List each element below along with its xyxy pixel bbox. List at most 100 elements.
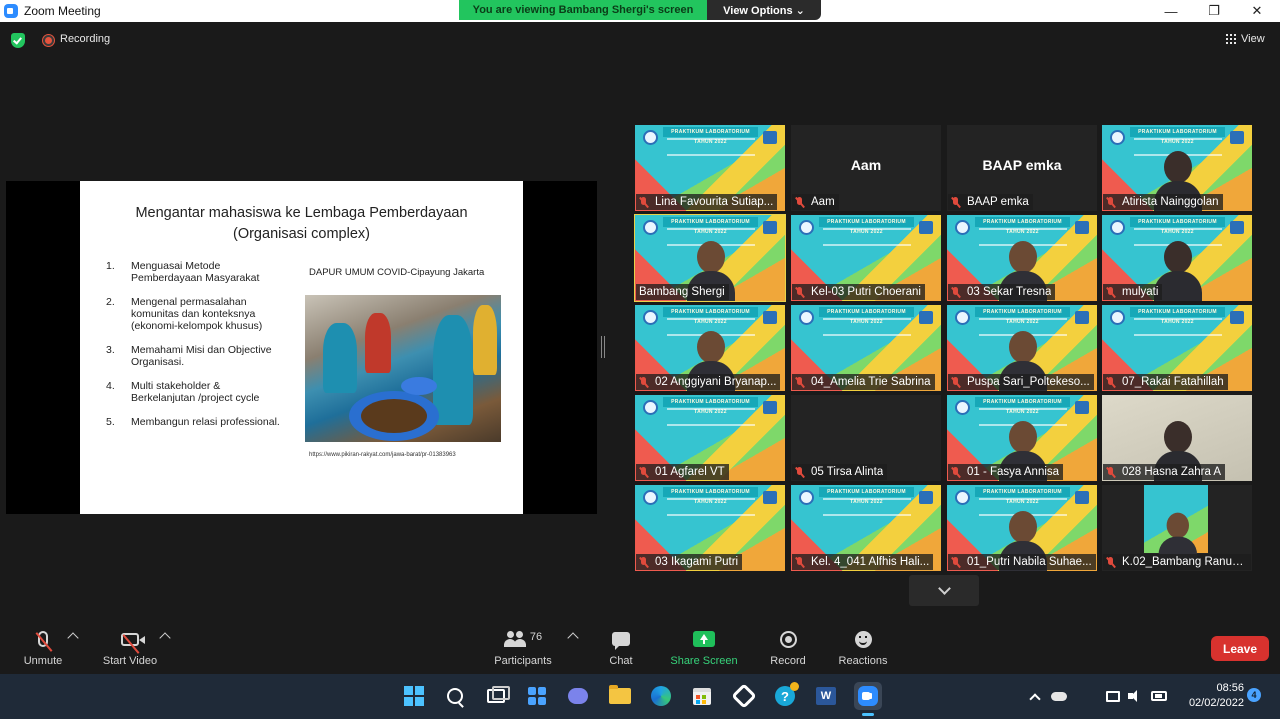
participant-tile[interactable]: 028 Hasna Zahra A bbox=[1102, 395, 1252, 481]
participant-name-tag: 03 Ikagami Putri bbox=[636, 554, 743, 570]
audio-options-caret-icon[interactable] bbox=[67, 632, 79, 644]
participant-name: BAAP emka bbox=[967, 196, 1029, 208]
participant-tile[interactable]: PRAKTIKUM LABORATORIUM TAHUN 2022 01_Putr… bbox=[947, 485, 1097, 571]
start-button[interactable] bbox=[400, 682, 428, 710]
emblem-icon bbox=[1110, 220, 1125, 235]
participant-name: Kel. 4_041 Alfhis Hali... bbox=[811, 556, 930, 568]
participant-name: 01_Putri Nabila Suhae... bbox=[967, 556, 1092, 568]
taskbar-clock[interactable]: 08:56 02/02/2022 bbox=[1176, 681, 1244, 711]
battery-tray[interactable] bbox=[1149, 685, 1169, 707]
network-tray[interactable] bbox=[1104, 685, 1122, 707]
background-banner-text: PRAKTIKUM LABORATORIUM TAHUN 2022 bbox=[975, 307, 1070, 325]
zoom-meeting-window: Zoom Meeting — ❐ ✕ You are viewing Bamba… bbox=[0, 0, 1280, 719]
mic-muted-icon bbox=[951, 286, 961, 298]
emblem-icon bbox=[955, 310, 970, 325]
zoom-app-icon bbox=[858, 686, 878, 706]
participant-tile[interactable]: BAAP emka BAAP emka bbox=[947, 125, 1097, 211]
participant-tile[interactable]: PRAKTIKUM LABORATORIUM TAHUN 2022 04_Amel… bbox=[791, 305, 941, 391]
taskbar-search-button[interactable] bbox=[441, 682, 469, 710]
task-view-icon bbox=[487, 686, 510, 703]
emblem-icon bbox=[763, 311, 777, 324]
participant-tile[interactable]: PRAKTIKUM LABORATORIUM TAHUN 2022 07_Raka… bbox=[1102, 305, 1252, 391]
participant-tile[interactable]: PRAKTIKUM LABORATORIUM TAHUN 2022 Bambang… bbox=[634, 214, 786, 302]
participant-tile[interactable]: 05 Tirsa Alinta bbox=[791, 395, 941, 481]
shared-screen[interactable]: Mengantar mahasiswa ke Lembaga Pemberday… bbox=[6, 181, 597, 514]
windows-logo-icon bbox=[404, 686, 424, 706]
participant-name: 05 Tirsa Alinta bbox=[811, 466, 884, 478]
participant-tile[interactable]: PRAKTIKUM LABORATORIUM TAHUN 2022 01 - Fa… bbox=[947, 395, 1097, 481]
start-video-button[interactable]: Start Video bbox=[100, 628, 160, 674]
widgets-button[interactable] bbox=[523, 682, 551, 710]
mic-muted-icon bbox=[795, 556, 805, 568]
unmute-button[interactable]: Unmute bbox=[22, 628, 64, 674]
volume-tray[interactable] bbox=[1126, 685, 1144, 707]
reactions-button[interactable]: Reactions bbox=[836, 628, 890, 674]
participants-options-caret-icon[interactable] bbox=[567, 632, 579, 644]
participant-name-tag: 01 Agfarel VT bbox=[636, 464, 729, 480]
microsoft-store-icon bbox=[693, 687, 711, 705]
app-hexagon-icon bbox=[731, 683, 757, 709]
teams-chat-button[interactable] bbox=[564, 682, 592, 710]
participant-name-tag: 07_Rakai Fatahillah bbox=[1103, 374, 1228, 390]
participant-name: K.02_Bambang Ranus... bbox=[1122, 556, 1247, 568]
participant-tile[interactable]: PRAKTIKUM LABORATORIUM TAHUN 2022 mulyati bbox=[1102, 215, 1252, 301]
participant-tile[interactable]: PRAKTIKUM LABORATORIUM TAHUN 2022 03 Seka… bbox=[947, 215, 1097, 301]
participant-tile[interactable]: PRAKTIKUM LABORATORIUM TAHUN 2022 Lina Fa… bbox=[635, 125, 785, 211]
source-url: https://www.pikiran-rakyat.com/jawa-bara… bbox=[309, 452, 456, 458]
onedrive-tray[interactable] bbox=[1049, 685, 1069, 707]
participant-name: Puspa Sari_Poltekeso... bbox=[967, 376, 1090, 388]
participant-tile[interactable]: PRAKTIKUM LABORATORIUM TAHUN 2022 Kel. 4_… bbox=[791, 485, 941, 571]
background-banner-text: PRAKTIKUM LABORATORIUM TAHUN 2022 bbox=[975, 397, 1070, 415]
word-icon: W bbox=[816, 687, 836, 705]
participant-tile[interactable]: K.02_Bambang Ranus... bbox=[1102, 485, 1252, 571]
recording-label[interactable]: Recording bbox=[60, 33, 110, 45]
help-button[interactable]: ? bbox=[771, 682, 799, 710]
view-button[interactable]: View bbox=[1226, 33, 1265, 45]
encryption-shield-icon[interactable] bbox=[11, 33, 25, 48]
background-banner-text: PRAKTIKUM LABORATORIUM TAHUN 2022 bbox=[1130, 307, 1225, 325]
emblem-icon bbox=[643, 310, 658, 325]
participant-tile[interactable]: PRAKTIKUM LABORATORIUM TAHUN 2022 Atirist… bbox=[1102, 125, 1252, 211]
background-banner-text: PRAKTIKUM LABORATORIUM TAHUN 2022 bbox=[975, 217, 1070, 235]
share-screen-button[interactable]: Share Screen bbox=[670, 628, 738, 674]
video-options-caret-icon[interactable] bbox=[159, 632, 171, 644]
share-screen-icon bbox=[693, 631, 715, 647]
participant-name-tag: mulyati bbox=[1103, 284, 1163, 300]
recording-dot-icon[interactable] bbox=[43, 35, 54, 46]
participant-name: 03 Ikagami Putri bbox=[655, 556, 739, 568]
participant-tile[interactable]: PRAKTIKUM LABORATORIUM TAHUN 2022 Puspa S… bbox=[947, 305, 1097, 391]
task-view-button[interactable] bbox=[482, 682, 510, 710]
minimize-button[interactable]: — bbox=[1151, 0, 1191, 22]
view-label: View bbox=[1241, 33, 1265, 45]
leave-button[interactable]: Leave bbox=[1211, 636, 1269, 661]
close-button[interactable]: ✕ bbox=[1237, 0, 1277, 22]
participant-tile[interactable]: Aam Aam bbox=[791, 125, 941, 211]
maximize-button[interactable]: ❐ bbox=[1194, 0, 1234, 22]
grid-view-icon bbox=[1226, 34, 1236, 44]
splitter-handle[interactable] bbox=[601, 336, 605, 358]
emblem-icon bbox=[919, 311, 933, 324]
store-button[interactable] bbox=[688, 682, 716, 710]
participant-name: 01 - Fasya Annisa bbox=[967, 466, 1060, 478]
participant-tile[interactable]: PRAKTIKUM LABORATORIUM TAHUN 2022 Kel-03 … bbox=[791, 215, 941, 301]
word-button[interactable]: W bbox=[812, 682, 840, 710]
participant-tile[interactable]: PRAKTIKUM LABORATORIUM TAHUN 2022 03 Ikag… bbox=[635, 485, 785, 571]
zoom-taskbar-button[interactable] bbox=[854, 682, 882, 710]
participant-tile[interactable]: PRAKTIKUM LABORATORIUM TAHUN 2022 01 Agfa… bbox=[635, 395, 785, 481]
gallery-next-page-button[interactable] bbox=[909, 575, 979, 606]
participants-button[interactable]: 76 Participants bbox=[492, 628, 554, 674]
edge-button[interactable] bbox=[647, 682, 675, 710]
participant-name-tag: Kel-03 Putri Choerani bbox=[792, 284, 925, 300]
tray-overflow-button[interactable] bbox=[1026, 685, 1044, 707]
view-options-button[interactable]: View Options ⌄ bbox=[707, 0, 821, 20]
record-button[interactable]: Record bbox=[768, 628, 808, 674]
photo-caption: DAPUR UMUM COVID-Cipayung Jakarta bbox=[309, 267, 485, 278]
app-button[interactable] bbox=[730, 682, 758, 710]
file-explorer-icon bbox=[609, 685, 631, 704]
participant-name: Kel-03 Putri Choerani bbox=[811, 286, 921, 298]
chat-button[interactable]: Chat bbox=[606, 628, 636, 674]
participant-tile[interactable]: PRAKTIKUM LABORATORIUM TAHUN 2022 02 Angg… bbox=[635, 305, 785, 391]
emblem-icon bbox=[643, 130, 658, 145]
notification-badge[interactable]: 4 bbox=[1247, 688, 1261, 702]
file-explorer-button[interactable] bbox=[606, 682, 634, 710]
